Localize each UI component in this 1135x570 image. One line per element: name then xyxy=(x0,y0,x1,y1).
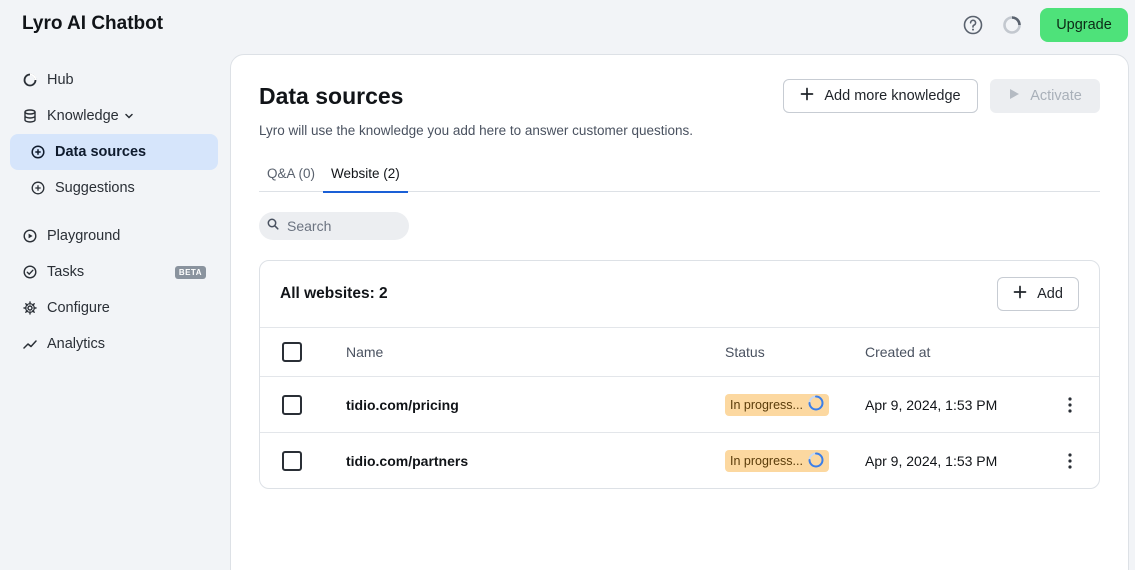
column-header-status: Status xyxy=(725,344,765,360)
plus-circle-icon xyxy=(31,181,45,195)
add-website-button[interactable]: Add xyxy=(997,277,1079,311)
sidebar-item-label: Suggestions xyxy=(55,180,135,196)
table-header-row: Name Status Created at xyxy=(260,328,1099,377)
play-circle-icon xyxy=(23,229,37,243)
spinner-icon xyxy=(807,394,825,415)
table-row[interactable]: tidio.com/partners In progress... Apr 9,… xyxy=(260,433,1099,488)
gear-icon xyxy=(23,301,37,315)
beta-badge: BETA xyxy=(174,265,206,279)
website-name: tidio.com/partners xyxy=(346,453,469,469)
add-more-knowledge-button[interactable]: Add more knowledge xyxy=(783,79,978,113)
plus-icon xyxy=(800,87,814,105)
sidebar-item-label: Data sources xyxy=(55,144,147,160)
created-at: Apr 9, 2024, 1:53 PM xyxy=(865,396,998,413)
sidebar-item-playground[interactable]: Playground xyxy=(10,218,218,254)
app-title: Lyro AI Chatbot xyxy=(22,13,164,34)
sidebar-item-label: Knowledge xyxy=(47,108,119,124)
column-header-created: Created at xyxy=(865,344,931,360)
sidebar-item-label: Configure xyxy=(47,300,110,316)
trend-line-icon xyxy=(23,337,37,351)
plus-icon xyxy=(1013,285,1027,303)
sidebar-item-configure[interactable]: Configure xyxy=(10,290,218,326)
plus-circle-icon xyxy=(31,145,45,159)
page-subtitle: Lyro will use the knowledge you add here… xyxy=(259,123,693,138)
sidebar-item-label: Analytics xyxy=(47,336,106,352)
add-label: Add xyxy=(1037,286,1063,302)
status-cell: In progress... xyxy=(725,450,829,472)
database-icon xyxy=(23,109,37,123)
select-all-checkbox[interactable] xyxy=(282,342,302,362)
status-badge: In progress... xyxy=(725,450,829,472)
sidebar-item-knowledge[interactable]: Knowledge xyxy=(10,98,218,134)
sidebar: Hub Knowledge Data sources Suggestions P… xyxy=(10,62,218,362)
status-badge: In progress... xyxy=(725,393,829,416)
sidebar-item-label: Tasks xyxy=(47,264,85,280)
tab-qa[interactable]: Q&A (0) xyxy=(259,155,323,192)
help-circle-icon[interactable] xyxy=(962,14,984,36)
card-title: All websites: 2 xyxy=(280,285,388,302)
chevron-down-icon xyxy=(124,111,134,121)
tabs: Q&A (0) Website (2) xyxy=(259,155,1100,193)
activate-label: Activate xyxy=(1030,88,1082,104)
more-vertical-icon[interactable] xyxy=(1060,449,1080,473)
top-actions: Upgrade xyxy=(962,8,1135,42)
status-cell: In progress... xyxy=(725,393,829,416)
play-icon xyxy=(1008,88,1020,104)
row-checkbox[interactable] xyxy=(282,394,302,415)
sidebar-item-hub[interactable]: Hub xyxy=(10,62,218,98)
search-box xyxy=(259,212,409,240)
website-name: tidio.com/pricing xyxy=(346,396,459,413)
tab-website[interactable]: Website (2) xyxy=(323,155,408,193)
sidebar-item-label: Playground xyxy=(47,228,121,244)
sidebar-item-tasks[interactable]: Tasks BETA xyxy=(10,254,218,290)
search-icon xyxy=(267,217,279,235)
column-header-name: Name xyxy=(346,344,384,360)
search-input[interactable] xyxy=(287,218,397,234)
check-circle-icon xyxy=(23,265,37,279)
page-title: Data sources xyxy=(259,83,404,109)
main-panel: Data sources Lyro will use the knowledge… xyxy=(230,54,1129,570)
add-more-knowledge-label: Add more knowledge xyxy=(824,88,961,104)
websites-card: All websites: 2 Add Name Status Created … xyxy=(259,260,1100,489)
card-header: All websites: 2 Add xyxy=(260,261,1099,328)
loading-ring-icon[interactable] xyxy=(1001,14,1023,36)
row-checkbox[interactable] xyxy=(282,451,302,471)
upgrade-button[interactable]: Upgrade xyxy=(1040,8,1128,42)
hub-ring-icon xyxy=(23,73,37,87)
status-text: In progress... xyxy=(730,454,803,468)
status-text: In progress... xyxy=(730,397,803,412)
activate-button[interactable]: Activate xyxy=(990,79,1100,113)
created-at: Apr 9, 2024, 1:53 PM xyxy=(865,453,998,469)
sidebar-item-analytics[interactable]: Analytics xyxy=(10,326,218,362)
sidebar-item-data-sources[interactable]: Data sources xyxy=(10,134,218,170)
sidebar-item-label: Hub xyxy=(47,72,74,88)
table-row[interactable]: tidio.com/pricing In progress... Apr 9, … xyxy=(260,377,1099,433)
sidebar-item-suggestions[interactable]: Suggestions xyxy=(10,170,218,206)
spinner-icon xyxy=(807,451,825,472)
more-vertical-icon[interactable] xyxy=(1060,393,1080,417)
